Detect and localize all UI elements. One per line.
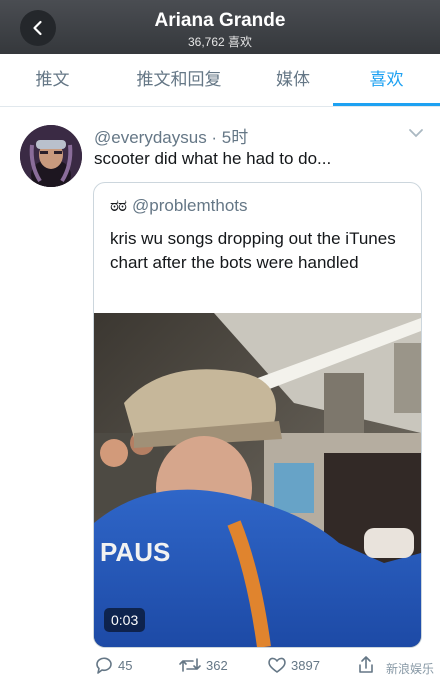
video-player[interactable]: PAUS 0:03	[94, 313, 421, 647]
likes-count: 36,762 喜欢	[187, 35, 253, 49]
jacket-text: PAUS	[100, 537, 170, 567]
eyes-emoji-icon: ಠಠ	[110, 196, 127, 215]
avatar-image	[20, 125, 82, 187]
profile-tabs: 推文 推文和回复 媒体 喜欢	[0, 54, 440, 107]
heart-icon	[268, 657, 286, 673]
profile-name: Ariana Grande	[154, 10, 286, 31]
chevron-down-icon[interactable]	[408, 127, 424, 139]
watermark: 新浪娱乐	[386, 662, 435, 676]
retweet-button[interactable]: 362	[178, 655, 228, 675]
quoted-tweet[interactable]: ಠಠ @problemthots kris wu songs dropping o…	[93, 182, 422, 648]
tab-media[interactable]: 媒体	[253, 54, 333, 106]
tweet-actions: 45 362 3897	[0, 651, 440, 687]
reply-count: 45	[118, 657, 133, 673]
tab-tweets[interactable]: 推文	[0, 54, 105, 106]
tab-tweets-replies[interactable]: 推文和回复	[105, 54, 253, 106]
video-frame: PAUS	[94, 313, 421, 647]
like-button[interactable]: 3897	[267, 655, 320, 675]
reply-icon	[96, 657, 112, 674]
tweet-text: scooter did what he had to do...	[94, 149, 332, 168]
retweet-count: 362	[206, 657, 228, 673]
quoted-tweet-handle: @problemthots	[132, 196, 248, 215]
tweet-author-handle[interactable]: @everydaysus · 5时	[94, 123, 248, 148]
avatar[interactable]	[20, 125, 82, 187]
quoted-tweet-text: kris wu songs dropping out the iTunes ch…	[110, 229, 396, 272]
quoted-tweet-header: ಠಠ @problemthots	[110, 196, 248, 216]
profile-header: Ariana Grande 36,762 喜欢	[0, 0, 440, 54]
share-button[interactable]	[356, 655, 376, 675]
reply-button[interactable]: 45	[94, 655, 132, 675]
video-duration-badge: 0:03	[104, 608, 146, 632]
active-tab-indicator	[333, 103, 440, 106]
like-count: 3897	[291, 657, 320, 673]
tab-likes[interactable]: 喜欢	[333, 54, 440, 106]
share-icon	[359, 656, 373, 673]
retweet-icon	[179, 658, 201, 672]
